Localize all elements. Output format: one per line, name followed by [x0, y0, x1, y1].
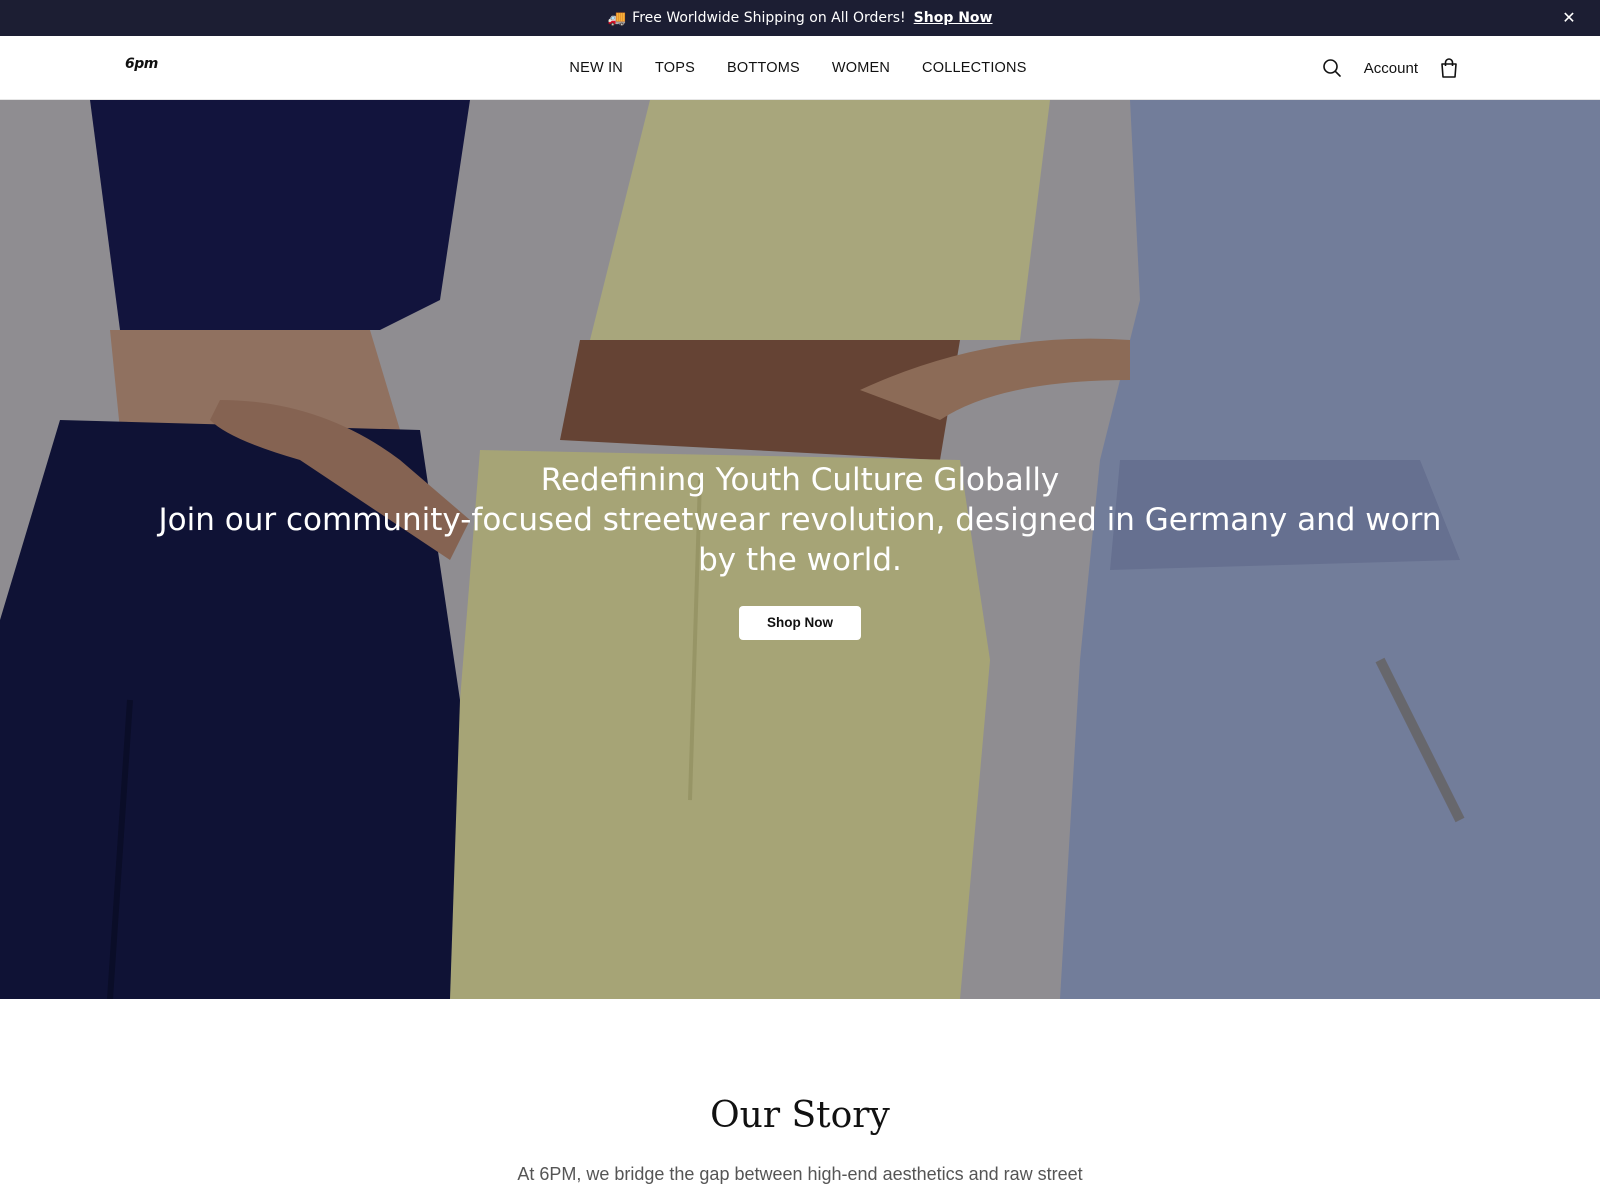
- announcement-message: Free Worldwide Shipping on All Orders!: [632, 10, 906, 26]
- story-text: At 6PM, we bridge the gap between high-e…: [517, 1164, 1083, 1184]
- shopping-bag-icon[interactable]: [1440, 58, 1458, 78]
- hero-title: Redefining Youth Culture Globally: [540, 462, 1060, 498]
- nav-item-tops[interactable]: TOPS: [655, 60, 695, 76]
- nav-item-new-in[interactable]: NEW IN: [569, 60, 623, 76]
- hero-subtitle: Join our community-focused streetwear re…: [158, 502, 1442, 578]
- site-header: 6pm NEW IN TOPS BOTTOMS WOMEN COLLECTION…: [0, 36, 1600, 100]
- hero-banner: Redefining Youth Culture Globally Join o…: [0, 100, 1600, 999]
- truck-icon: 🚚: [607, 9, 627, 27]
- announcement-shop-now-link[interactable]: Shop Now: [914, 10, 993, 26]
- nav-item-bottoms[interactable]: BOTTOMS: [727, 60, 800, 76]
- header-tools: Account: [1322, 36, 1458, 100]
- our-story-section: Our Story At 6PM, we bridge the gap betw…: [0, 999, 1600, 1200]
- hero-content: Redefining Youth Culture Globally Join o…: [0, 460, 1600, 640]
- search-icon[interactable]: [1322, 58, 1342, 78]
- announcement-bar: 🚚 Free Worldwide Shipping on All Orders!…: [0, 0, 1600, 36]
- nav-item-women[interactable]: WOMEN: [832, 60, 890, 76]
- nav-item-collections[interactable]: COLLECTIONS: [922, 60, 1027, 76]
- hero-shop-now-button[interactable]: Shop Now: [739, 606, 861, 640]
- story-heading: Our Story: [710, 1095, 890, 1136]
- close-icon[interactable]: ✕: [1560, 9, 1578, 27]
- account-link[interactable]: Account: [1364, 60, 1418, 77]
